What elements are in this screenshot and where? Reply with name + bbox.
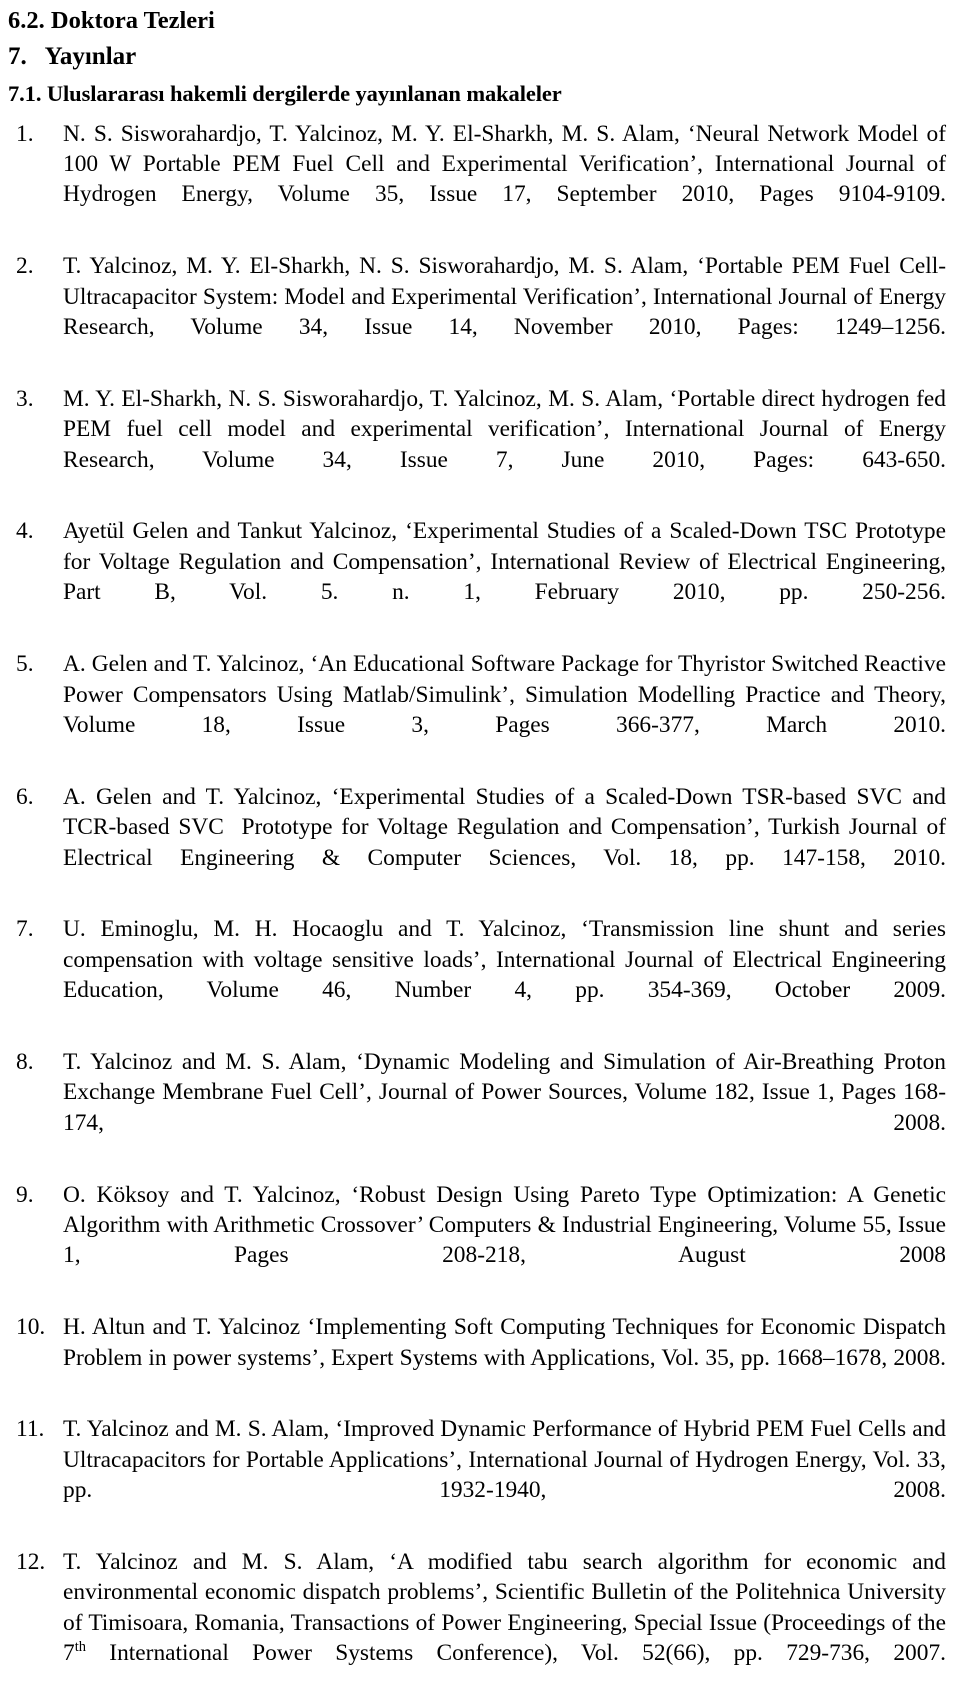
reference-item-7: 7. U. Eminoglu, M. H. Hocaoglu and T. Ya… xyxy=(8,914,946,1036)
reference-number: 4. xyxy=(16,518,34,545)
reference-number: 11. xyxy=(16,1416,45,1443)
reference-text: Ayetül Gelen and Tankut Yalcinoz, ‘Exper… xyxy=(63,518,946,606)
reference-text: U. Eminoglu, M. H. Hocaoglu and T. Yalci… xyxy=(63,916,946,1004)
reference-text: A. Gelen and T. Yalcinoz, ‘An Educationa… xyxy=(63,651,946,738)
reference-text: O. Köksoy and T. Yalcinoz, ‘Robust Desig… xyxy=(63,1181,946,1269)
reference-text: T. Yalcinoz, M. Y. El-Sharkh, N. S. Sisw… xyxy=(63,253,946,341)
reference-number: 7. xyxy=(16,916,34,943)
reference-list: 1. N. S. Sisworahardjo, T. Yalcinoz, M. … xyxy=(8,119,946,1699)
reference-item-9: 9. O. Köksoy and T. Yalcinoz, ‘Robust De… xyxy=(8,1180,946,1302)
reference-number: 1. xyxy=(16,120,34,147)
reference-text: M. Y. El-Sharkh, N. S. Sisworahardjo, T.… xyxy=(63,385,946,473)
reference-text: T. Yalcinoz and M. S. Alam, ‘Dynamic Mod… xyxy=(63,1048,946,1136)
reference-text-with-superscript: T. Yalcinoz and M. S. Alam, ‘A modified … xyxy=(63,1547,946,1699)
reference-number: 6. xyxy=(16,783,34,810)
reference-text: H. Altun and T. Yalcinoz ‘Implementing S… xyxy=(63,1314,946,1371)
ordinal-superscript: th xyxy=(74,1639,86,1656)
heading-yayinlar: 7. Yayınlar xyxy=(8,42,137,70)
reference-item-2: 2. T. Yalcinoz, M. Y. El-Sharkh, N. S. S… xyxy=(8,251,946,373)
reference-text: N. S. Sisworahardjo, T. Yalcinoz, M. Y. … xyxy=(63,120,946,208)
reference-item-3: 3. M. Y. El-Sharkh, N. S. Sisworahardjo,… xyxy=(8,384,946,506)
reference-number: 9. xyxy=(16,1181,34,1208)
reference-number: 12. xyxy=(16,1549,46,1576)
reference-item-12: 12. T. Yalcinoz and M. S. Alam, ‘A modif… xyxy=(8,1547,946,1699)
reference-item-8: 8. T. Yalcinoz and M. S. Alam, ‘Dynamic … xyxy=(8,1047,946,1169)
reference-text-part-2: International Power Systems Conference),… xyxy=(85,1640,946,1667)
reference-number: 8. xyxy=(16,1048,34,1075)
reference-number: 5. xyxy=(16,651,34,678)
reference-text: T. Yalcinoz and M. S. Alam, ‘Improved Dy… xyxy=(63,1416,946,1504)
reference-number: 10. xyxy=(16,1314,46,1341)
reference-item-1: 1. N. S. Sisworahardjo, T. Yalcinoz, M. … xyxy=(8,119,946,241)
reference-item-6: 6. A. Gelen and T. Yalcinoz, ‘Experiment… xyxy=(8,782,946,904)
heading-uluslararasi-hakemli-dergiler: 7.1. Uluslararası hakemli dergilerde yay… xyxy=(8,80,562,106)
reference-text: A. Gelen and T. Yalcinoz, ‘Experimental … xyxy=(63,783,946,871)
heading-doktora-tezleri: 6.2. Doktora Tezleri xyxy=(8,7,215,34)
reference-number: 2. xyxy=(16,253,34,280)
document-page: 6.2. Doktora Tezleri 7. Yayınlar 7.1. Ul… xyxy=(0,0,960,1667)
reference-number: 3. xyxy=(16,385,34,412)
reference-item-5: 5. A. Gelen and T. Yalcinoz, ‘An Educati… xyxy=(8,649,946,771)
reference-item-10: 10. H. Altun and T. Yalcinoz ‘Implementi… xyxy=(8,1312,946,1403)
reference-item-11: 11. T. Yalcinoz and M. S. Alam, ‘Improve… xyxy=(8,1414,946,1536)
reference-item-4: 4. Ayetül Gelen and Tankut Yalcinoz, ‘Ex… xyxy=(8,516,946,638)
